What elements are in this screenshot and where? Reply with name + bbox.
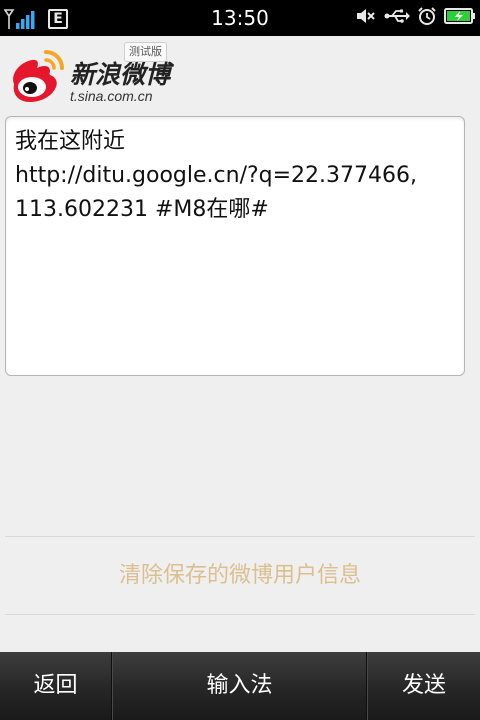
alarm-icon bbox=[417, 6, 437, 30]
app-header: 新浪微博 t.sina.com.cn 测试版 bbox=[0, 36, 480, 110]
mute-icon bbox=[355, 6, 377, 30]
brand-name: 新浪微博 bbox=[70, 60, 171, 89]
status-bar: E 13:50 bbox=[0, 0, 480, 36]
beta-badge: 测试版 bbox=[124, 42, 167, 62]
status-right-group bbox=[355, 6, 476, 30]
divider-top bbox=[5, 536, 475, 537]
clear-saved-info-button[interactable]: 清除保存的微博用户信息 bbox=[0, 538, 480, 614]
message-input[interactable]: 我在这附近 http://ditu.google.cn/?q=22.377466… bbox=[5, 116, 465, 376]
bottom-action-bar: 返回 输入法 发送 bbox=[0, 652, 480, 720]
input-method-button[interactable]: 输入法 bbox=[113, 652, 366, 720]
usb-icon bbox=[384, 8, 410, 28]
send-button[interactable]: 发送 bbox=[368, 652, 480, 720]
brand-url: t.sina.com.cn bbox=[70, 88, 153, 104]
battery-charging-icon bbox=[444, 8, 476, 28]
back-button[interactable]: 返回 bbox=[0, 652, 111, 720]
weibo-logo-icon bbox=[6, 44, 68, 106]
divider-bottom bbox=[5, 614, 475, 615]
